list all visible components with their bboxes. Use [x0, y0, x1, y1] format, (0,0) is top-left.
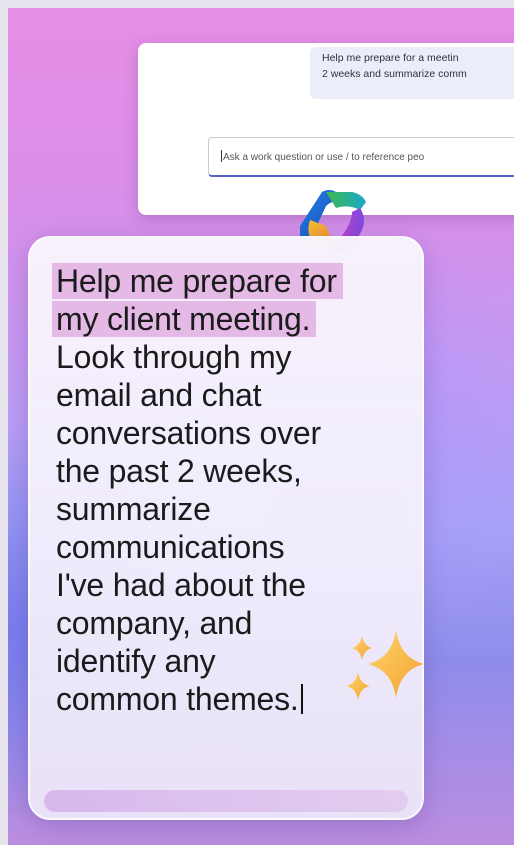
prompt-line: the past 2 weeks, — [56, 453, 302, 489]
text-caret — [221, 150, 222, 162]
ask-input-placeholder: Ask a work question or use / to referenc… — [223, 152, 425, 163]
ask-input[interactable]: Ask a work question or use / to referenc… — [208, 137, 514, 177]
sparkle-icon — [346, 630, 424, 700]
prompt-line-highlighted: my client meeting. — [52, 300, 416, 338]
prompt-line: email and chat — [56, 377, 262, 413]
text-cursor — [300, 684, 303, 714]
background-gradient: Help me prepare for a meetin 2 weeks and… — [8, 8, 514, 845]
prompt-line-highlighted: Help me prepare for — [52, 262, 416, 300]
card-footer-glow — [44, 790, 408, 812]
prompt-line: Look through my — [56, 339, 292, 375]
prompt-line: I've had about the — [56, 567, 306, 603]
prompt-line: summarize — [56, 491, 211, 527]
prompt-line: common themes. — [56, 681, 299, 717]
user-message-line: 2 weeks and summarize comm — [322, 68, 467, 80]
highlight: my client meeting. — [52, 301, 317, 337]
user-message-line: Help me prepare for a meetin — [322, 52, 459, 64]
user-message-bubble: Help me prepare for a meetin 2 weeks and… — [310, 47, 514, 99]
highlight: Help me prepare for — [52, 263, 343, 299]
prompt-line: communications — [56, 529, 285, 565]
prompt-line: conversations over — [56, 415, 321, 451]
